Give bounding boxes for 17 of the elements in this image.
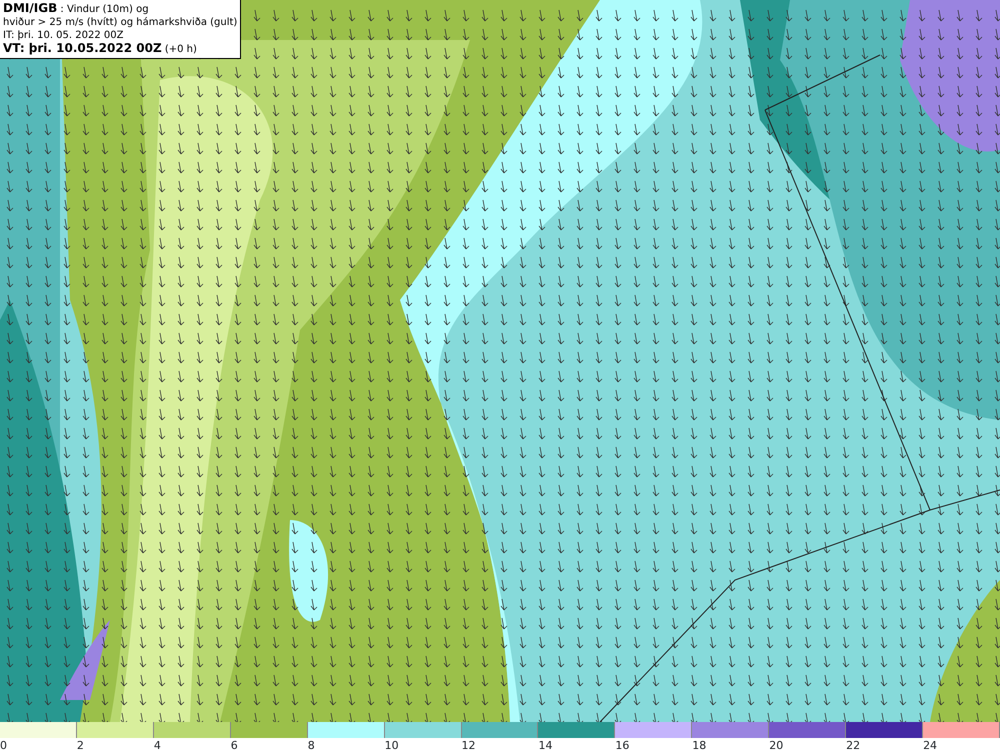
title-text: VT: þri. 10.05.2022 00Z (+0 h) <box>3 42 197 56</box>
legend-label: 22 <box>846 738 860 753</box>
title-text: IT: þri. 10. 05. 2022 00Z <box>3 29 124 42</box>
legend-label: 10 <box>384 738 399 753</box>
legend-label: 20 <box>769 738 784 753</box>
legend-label: 14 <box>538 738 552 753</box>
title-text: hviður > 25 m/s (hvítt) og hámarkshviða (gult) <box>3 16 238 29</box>
legend-label: 2 <box>76 738 84 753</box>
legend-label: 16 <box>615 738 630 753</box>
legend-label: 18 <box>692 738 706 753</box>
legend-label: 4 <box>154 738 161 753</box>
legend-label: 0 <box>0 738 7 753</box>
title-text: DMI/IGB : Vindur (10m) og <box>3 2 149 16</box>
legend-label: 8 <box>308 738 315 753</box>
legend-label: 6 <box>230 738 238 753</box>
legend-label: 24 <box>923 738 938 753</box>
legend-label: 12 <box>462 738 476 753</box>
